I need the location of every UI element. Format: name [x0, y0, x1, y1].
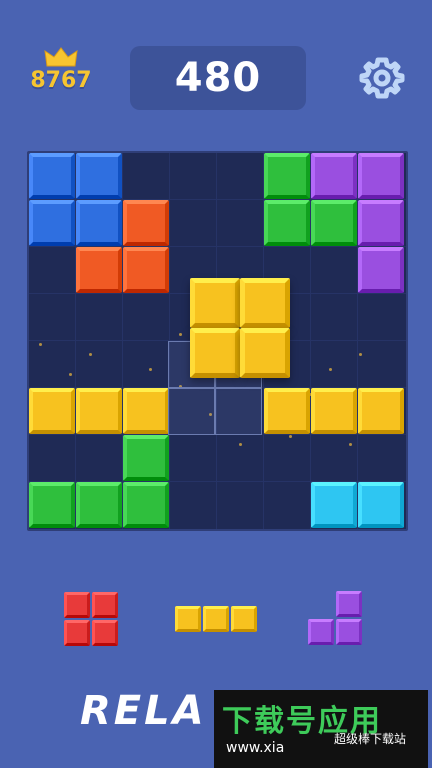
- board-cell-green: [264, 153, 310, 199]
- tray-cell: [175, 606, 201, 632]
- watermark-site: 超级棒下载站: [334, 732, 407, 746]
- tray-cell: [336, 591, 362, 617]
- dragging-piece-cell[interactable]: [190, 328, 240, 378]
- watermark: 下载号应用 www.xia 超级棒下载站: [214, 690, 428, 768]
- board-cell-green: [123, 435, 169, 481]
- board-cell-purple: [358, 200, 404, 246]
- tray-cell: [231, 606, 257, 632]
- banner-text: RELA: [80, 688, 207, 734]
- tray-cell: [308, 619, 334, 645]
- board-cell-yellow: [123, 388, 169, 434]
- score-box: 480: [130, 46, 306, 110]
- sparkle: [359, 353, 362, 356]
- board-cell-yellow: [29, 388, 75, 434]
- tray-cell: [92, 592, 118, 618]
- board-cell-yellow: [264, 388, 310, 434]
- sparkle: [39, 343, 42, 346]
- board-cell-blue: [29, 153, 75, 199]
- sparkle: [239, 443, 242, 446]
- board-cell-purple: [311, 153, 357, 199]
- tray-cell: [64, 620, 90, 646]
- best-score: 8767: [26, 46, 96, 94]
- sparkle: [329, 368, 332, 371]
- tray-cell: [64, 592, 90, 618]
- board-cell-orange: [76, 247, 122, 293]
- board-cell-yellow: [76, 388, 122, 434]
- current-score: 480: [174, 55, 262, 101]
- board-cell-blue: [76, 153, 122, 199]
- tray-cell: [203, 606, 229, 632]
- board-cell-cyan: [358, 482, 404, 528]
- board-cell-green: [29, 482, 75, 528]
- sparkle: [289, 435, 292, 438]
- board-cell-orange: [123, 247, 169, 293]
- dragging-piece-cell[interactable]: [240, 328, 290, 378]
- board-cell-yellow: [311, 388, 357, 434]
- board-cell-blue: [76, 200, 122, 246]
- dragging-piece-cell[interactable]: [240, 278, 290, 328]
- board-cell-purple: [358, 247, 404, 293]
- tray-cell: [336, 619, 362, 645]
- board-cell-green: [76, 482, 122, 528]
- board-cell-green: [264, 200, 310, 246]
- board-cell-green: [311, 200, 357, 246]
- sparkle: [149, 368, 152, 371]
- sparkle: [69, 373, 72, 376]
- drop-preview-cell: [215, 388, 262, 435]
- sparkle: [179, 333, 182, 336]
- sparkle: [349, 443, 352, 446]
- top-bar: 8767 480: [0, 0, 432, 130]
- board-cell-green: [123, 482, 169, 528]
- drop-preview-cell: [168, 388, 215, 435]
- best-score-value: 8767: [30, 68, 92, 93]
- crown-icon: [44, 47, 78, 67]
- sparkle: [89, 353, 92, 356]
- tray-cell: [92, 620, 118, 646]
- board-cell-yellow: [358, 388, 404, 434]
- watermark-url: www.xia: [226, 740, 285, 756]
- board-cell-cyan: [311, 482, 357, 528]
- board-cell-blue: [29, 200, 75, 246]
- dragging-piece-cell[interactable]: [190, 278, 240, 328]
- gear-icon[interactable]: [358, 54, 406, 102]
- board-cell-purple: [358, 153, 404, 199]
- board-cell-orange: [123, 200, 169, 246]
